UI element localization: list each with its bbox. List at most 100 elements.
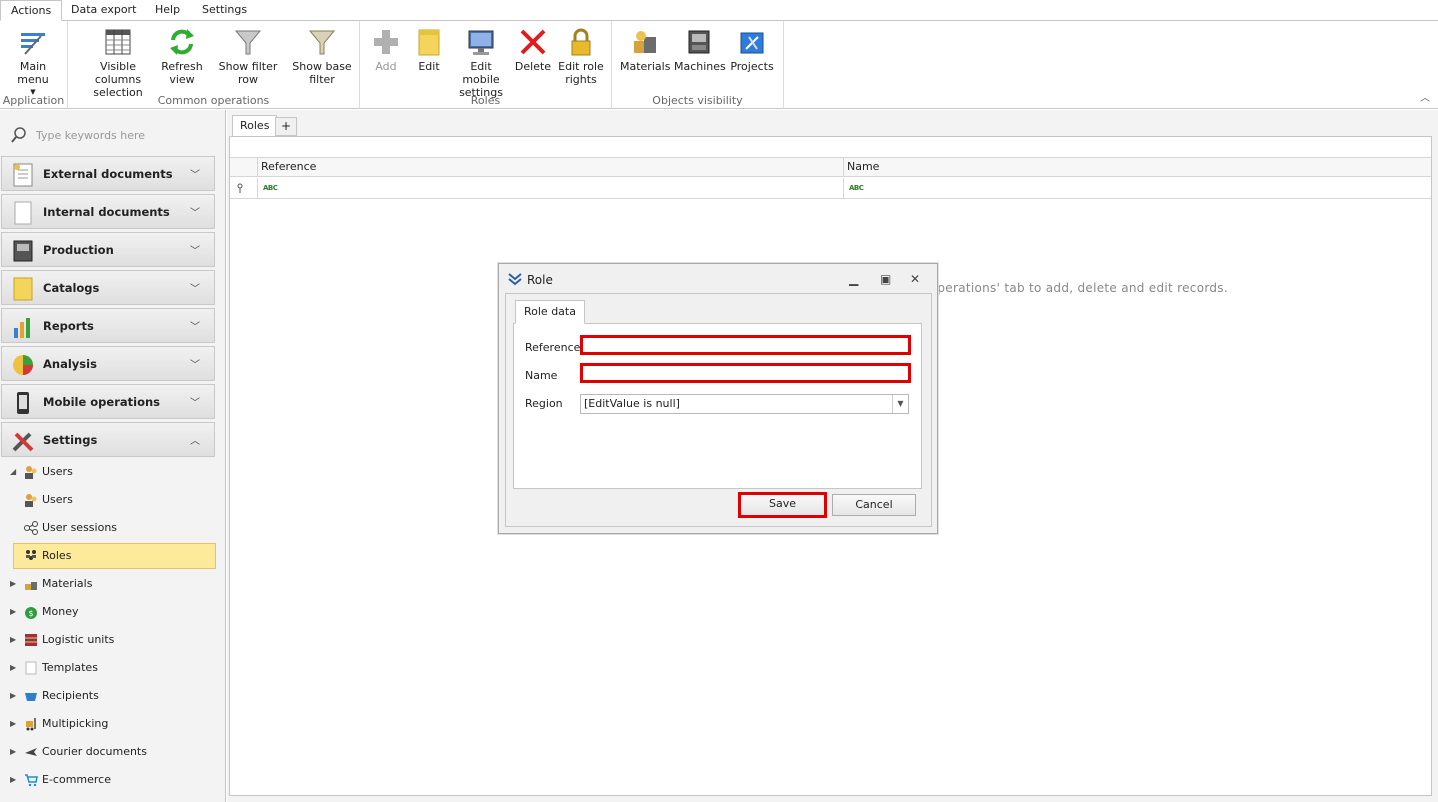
show-filter-row-button[interactable]: Show filter row [210,24,286,86]
filter-name-abc-icon[interactable]: ABC [849,184,864,192]
base-filter-icon [305,24,339,60]
menu-tab-data-export[interactable]: Data export [61,0,146,21]
nav-group-label: Reports [43,319,94,333]
tab-role-data[interactable]: Role data [515,300,585,324]
column-header-name[interactable]: Name [847,160,879,173]
ribbon-group-roles: Add Edit Edit mobile settings Delete Edi… [360,21,612,109]
collapsed-arrow-icon: ▶ [10,747,17,756]
nav-group-settings[interactable]: Settings ︿ [1,422,215,457]
tree-item-label: Courier documents [42,745,147,758]
tree-item-courier-documents[interactable]: ▶ Courier documents [0,740,220,764]
nav-group-internal-documents[interactable]: Internal documents ﹀ [1,194,215,229]
chevron-down-icon: ﹀ [190,398,200,409]
menu-tab-help[interactable]: Help [145,0,190,21]
region-label: Region [525,397,563,410]
menu-tab-actions[interactable]: Actions [0,0,63,21]
roles-icon [26,550,36,560]
ribbon-group-objects: Materials Machines Projects Objects visi… [612,21,784,109]
analysis-icon [13,355,33,375]
nav-group-label: Production [43,243,114,257]
tree-item-roles[interactable]: Roles [13,543,216,569]
tab-roles[interactable]: Roles [232,115,278,137]
monitor-icon [464,24,498,60]
group-label-common: Common operations [157,94,270,107]
nav-group-mobile-operations[interactable]: Mobile operations ﹀ [1,384,215,419]
visible-columns-button[interactable]: Visible columns selection [80,24,156,99]
region-select[interactable]: [EditValue is null] ▼ [580,394,909,414]
template-page-icon [25,661,37,675]
dialog-body: Role data Reference Name Region [EditVal… [505,293,932,527]
menu-tab-settings[interactable]: Settings [192,0,257,21]
dialog-title: Role [527,273,553,287]
ribbon-group-common: Visible columns selection Refresh view S… [68,21,360,109]
nav-group-label: Catalogs [43,281,100,295]
materials-icon [628,24,662,60]
minimize-icon[interactable]: ▁ [849,272,858,286]
reference-input[interactable] [580,335,911,355]
nav-group-external-documents[interactable]: External documents ﹀ [1,156,215,191]
column-header-reference[interactable]: Reference [261,160,316,173]
tree-item-label: Templates [42,661,98,674]
table-columns-icon [101,24,135,60]
chevron-down-icon: ﹀ [190,208,200,219]
nav-group-reports[interactable]: Reports ﹀ [1,308,215,343]
add-tab-button[interactable]: + [275,117,297,136]
projects-button[interactable]: Projects [728,24,776,73]
tree-item-users[interactable]: Users [0,488,220,512]
forklift-icon [26,718,36,731]
group-label-objects: Objects visibility [652,94,743,107]
nav-group-analysis[interactable]: Analysis ﹀ [1,346,215,381]
edit-button[interactable]: Edit [410,24,448,73]
users-icon [25,494,37,507]
projects-icon [735,24,769,60]
materials-button[interactable]: Materials [620,24,670,73]
tree-item-user-sessions[interactable]: User sessions [0,516,220,540]
collapse-ribbon-icon[interactable]: ︿ [1420,89,1430,104]
region-select-value: [EditValue is null] [584,397,680,410]
ribbon-group-application: Main menu ▼ Application [0,21,68,109]
tree-item-users-group[interactable]: ◢ Users [0,460,220,484]
edit-label: Edit [418,60,440,73]
close-icon[interactable]: ✕ [910,272,920,286]
cancel-button[interactable]: Cancel [832,494,916,516]
filter-reference-abc-icon[interactable]: ABC [263,184,278,192]
tree-item-money[interactable]: ▶ $ Money [0,600,220,624]
money-bag-icon: $ [25,607,37,619]
main-menu-button[interactable]: Main menu ▼ [4,24,62,99]
logistic-units-icon [25,634,37,646]
search-box[interactable]: Type keywords here [6,124,216,146]
delete-button[interactable]: Delete [513,24,553,73]
tree-item-recipients[interactable]: ▶ Recipients [0,684,220,708]
tree-item-multipicking[interactable]: ▶ Multipicking [0,712,220,736]
add-button[interactable]: Add [366,24,406,73]
refresh-view-button[interactable]: Refresh view [160,24,204,86]
name-label: Name [525,369,558,382]
filter-row: ABC ABC [230,178,1431,199]
machines-button[interactable]: Machines [674,24,726,73]
grid-header: Reference Name [230,157,1431,177]
show-base-filter-button[interactable]: Show base filter [292,24,352,86]
edit-mobile-settings-button[interactable]: Edit mobile settings [452,24,510,99]
collapsed-arrow-icon: ▶ [10,579,17,588]
filter-pin-icon [237,183,243,193]
collapsed-arrow-icon: ▶ [10,607,17,616]
restore-icon[interactable]: ▣ [880,272,891,286]
nav-group-catalogs[interactable]: Catalogs ﹀ [1,270,215,305]
save-button[interactable]: Save [738,492,827,518]
nav-group-label: Mobile operations [43,395,160,409]
name-input[interactable] [580,363,911,383]
collapsed-arrow-icon: ▶ [10,663,17,672]
dropdown-arrow-icon[interactable]: ▼ [892,395,908,413]
tree-item-materials[interactable]: ▶ Materials [0,572,220,596]
edit-role-rights-button[interactable]: Edit role rights [557,24,605,86]
tree-item-templates[interactable]: ▶ Templates [0,656,220,680]
tree-item-logistic-units[interactable]: ▶ Logistic units [0,628,220,652]
role-data-panel: Reference Name Region [EditValue is null… [513,323,922,489]
nav-group-production[interactable]: Production ﹀ [1,232,215,267]
tree-item-e-commerce[interactable]: ▶ E-commerce [0,768,220,792]
collapsed-arrow-icon: ▶ [10,635,17,644]
tree-item-label: Logistic units [42,633,115,646]
navigation-panel: Type keywords here External documents ﹀ … [0,110,226,802]
tree-item-label: User sessions [42,521,118,534]
delete-label: Delete [514,60,552,73]
